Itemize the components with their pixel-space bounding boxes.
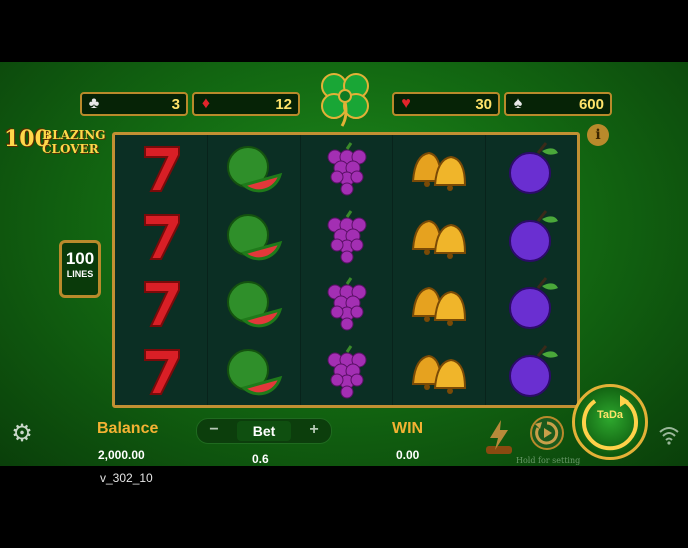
watermelon-icon (208, 270, 300, 337)
reel-column (207, 135, 300, 405)
clubs-counter: ♣ 3 (80, 92, 188, 116)
hearts-count: 30 (475, 95, 492, 113)
lines-badge: 100 LINES (59, 240, 101, 298)
seven-icon (115, 135, 207, 202)
seven-icon (115, 270, 207, 337)
grapes-icon (301, 338, 393, 405)
info-button[interactable]: i (587, 124, 609, 146)
bet-value: 0.6 (252, 452, 269, 466)
win-value: 0.00 (396, 448, 420, 462)
spades-counter: ♠ 600 (504, 92, 612, 116)
bet-control: − Bet + (196, 418, 332, 444)
reel-column (299, 135, 393, 405)
diamonds-count: 12 (275, 95, 292, 113)
lines-number: 100 (65, 249, 95, 268)
watermelon-icon (208, 203, 300, 270)
spin-button[interactable]: TaDa (572, 384, 648, 460)
plum-icon (486, 203, 578, 270)
reel-column (115, 135, 207, 405)
gear-icon[interactable]: ⚙ (8, 420, 36, 448)
bet-increase-button[interactable]: + (305, 421, 323, 439)
wifi-icon (659, 427, 679, 445)
bet-label: Bet (237, 421, 291, 441)
logo-word-clover: CLOVER (42, 142, 99, 156)
clubs-icon: ♣ (88, 95, 100, 112)
diamond-icon: ♦ (201, 95, 211, 112)
bells-icon (393, 338, 485, 405)
watermelon-icon (208, 338, 300, 405)
lines-label: LINES (66, 269, 94, 279)
balance-label: Balance (97, 420, 159, 437)
plum-icon (486, 270, 578, 337)
reel-column (484, 135, 578, 405)
balance-value: 2,000.00 (98, 448, 145, 462)
bells-icon (393, 203, 485, 270)
clubs-count: 3 (171, 95, 180, 113)
clover-emblem-icon (321, 73, 369, 127)
bet-decrease-button[interactable]: − (205, 421, 223, 439)
spade-icon: ♠ (513, 95, 523, 112)
bells-icon (393, 270, 485, 337)
lightning-icon[interactable] (482, 418, 516, 458)
win-label: WIN (392, 420, 424, 437)
watermelon-icon (208, 135, 300, 202)
grapes-icon (301, 135, 393, 202)
grapes-icon (301, 270, 393, 337)
auto-spin-icon[interactable] (530, 416, 564, 450)
diamonds-counter: ♦ 12 (192, 92, 300, 116)
seven-icon (115, 203, 207, 270)
heart-icon: ♥ (401, 95, 411, 112)
hold-for-setting-text: Hold for setting (516, 456, 581, 465)
bells-icon (393, 135, 485, 202)
spades-count: 600 (578, 95, 604, 113)
reel-grid (112, 132, 580, 408)
version-text: v_302_10 (100, 471, 153, 485)
seven-icon (115, 338, 207, 405)
grapes-icon (301, 203, 393, 270)
hearts-counter: ♥ 30 (392, 92, 500, 116)
plum-icon (486, 135, 578, 202)
game-screen: ♣ 3 ♦ 12 ♥ 30 ♠ 600 100 BLAZING CLOVER i… (0, 62, 688, 466)
reel-column (392, 135, 485, 405)
plum-icon (486, 338, 578, 405)
spin-label: TaDa (596, 409, 624, 421)
logo-word-blazing: BLAZING (42, 128, 106, 142)
